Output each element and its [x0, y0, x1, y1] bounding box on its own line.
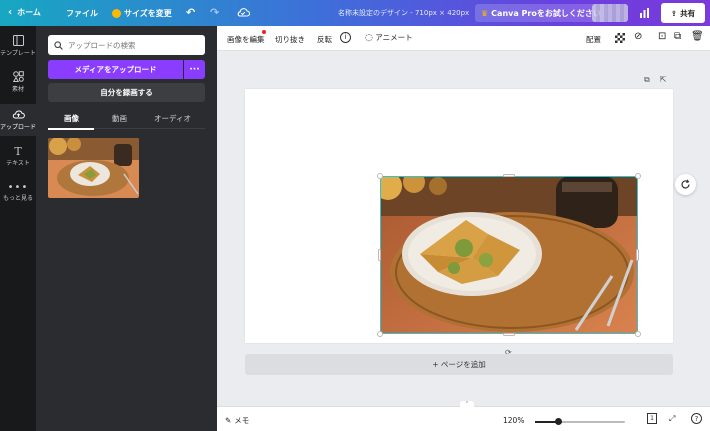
try-pro-button[interactable]: ♛ Canva Proをお試しください	[475, 4, 607, 22]
search-input[interactable]	[68, 40, 198, 50]
resize-label: サイズを変更	[124, 9, 172, 18]
rail-item-text[interactable]: T テキスト	[0, 140, 36, 172]
crown-icon	[112, 9, 121, 18]
resize-handle-tr[interactable]	[635, 173, 641, 179]
rail-label: アップロード	[0, 124, 37, 131]
refresh-icon[interactable]	[675, 174, 696, 195]
record-yourself-button[interactable]: 自分を録画する	[48, 83, 205, 102]
selection-frame	[380, 176, 638, 334]
zoom-slider-knob[interactable]	[555, 418, 562, 425]
crown-icon: ♛	[481, 8, 489, 18]
add-page-button[interactable]: + ページを追加	[245, 354, 673, 375]
rail-label: 素材	[11, 86, 24, 93]
upload-cloud-icon	[12, 110, 25, 119]
expand-pages-icon[interactable]: ⌃	[460, 401, 474, 407]
undo-icon[interactable]: ↶	[186, 6, 195, 19]
rail-item-uploads[interactable]: アップロード	[0, 104, 36, 136]
text-icon: T	[14, 145, 22, 158]
upload-more-button[interactable]: ···	[184, 60, 205, 79]
resize-handle-right[interactable]	[636, 249, 639, 261]
context-toolbar: 画像を編集 切り抜き 反転 i ◌ アニメート 配置 ⊘ ⊡ ⧉ 🗑	[217, 26, 710, 51]
resize-handle-tl[interactable]	[377, 173, 383, 179]
duplicate-page-icon[interactable]: ⧉	[644, 75, 650, 85]
zoom-level[interactable]: 120%	[503, 416, 524, 425]
rail-label: テンプレート	[0, 50, 36, 57]
template-icon	[12, 35, 24, 46]
resize-handle-br[interactable]	[635, 331, 641, 337]
notes-icon: ✎	[225, 416, 232, 425]
search-box[interactable]	[48, 35, 205, 55]
media-tabs: 画像 動画 オーディオ	[48, 109, 205, 129]
share-button[interactable]: ⇪ 共有	[661, 3, 705, 23]
home-label: ホーム	[17, 8, 41, 17]
arrange-button[interactable]: 配置	[586, 34, 601, 45]
resize-handle-bl[interactable]	[377, 331, 383, 337]
transparency-icon[interactable]	[615, 33, 625, 43]
rail-label: もっと見る	[2, 195, 33, 202]
lock-icon[interactable]: ⊡	[658, 31, 666, 42]
resize-handle-top[interactable]	[503, 174, 515, 177]
share-label: 共有	[680, 8, 696, 18]
page-actions: ⧉ ⇱	[644, 75, 666, 85]
notes-label: メモ	[234, 416, 250, 425]
rail-item-elements[interactable]: 素材	[0, 66, 36, 98]
info-icon[interactable]: i	[340, 32, 351, 43]
fullscreen-icon[interactable]: ⤢	[669, 414, 675, 424]
page-count-badge[interactable]: 1	[647, 413, 657, 424]
more-dots-icon: •••	[7, 182, 29, 193]
rail-label: テキスト	[6, 160, 30, 167]
tab-videos[interactable]: 動画	[112, 113, 127, 124]
rail-item-more[interactable]: ••• もっと見る	[0, 176, 36, 208]
notes-button[interactable]: ✎ メモ	[225, 415, 249, 426]
elements-icon	[12, 71, 24, 82]
top-bar: ‹ ホーム ファイル サイズを変更 ↶ ↷ 名称未設定のデザイン - 710px…	[0, 0, 710, 26]
tab-images[interactable]: 画像	[64, 113, 79, 124]
footer-bar: ⌃ ✎ メモ 120% 1 ⤢ ?	[217, 401, 710, 431]
animate-icon: ◌	[365, 33, 373, 43]
resize-handle-left[interactable]	[378, 249, 381, 261]
avatar[interactable]	[592, 4, 628, 22]
add-page-icon[interactable]: ⇱	[660, 75, 667, 85]
search-icon	[54, 40, 63, 50]
animate-button[interactable]: ◌ アニメート	[365, 32, 413, 43]
upload-media-button[interactable]: メディアをアップロード	[48, 60, 183, 79]
uploaded-image-thumbnail[interactable]	[48, 138, 139, 198]
zoom-slider[interactable]	[535, 418, 625, 425]
try-pro-label: Canva Proをお試しください	[491, 8, 601, 18]
resize-button[interactable]: サイズを変更	[112, 8, 172, 19]
redo-icon[interactable]: ↷	[210, 6, 219, 19]
rail-item-templates[interactable]: テンプレート	[0, 30, 36, 62]
trash-icon[interactable]: 🗑	[691, 31, 704, 42]
active-tab-indicator	[48, 128, 94, 130]
document-title[interactable]: 名称未設定のデザイン - 710px × 420px	[338, 8, 469, 18]
animate-label: アニメート	[375, 33, 413, 42]
side-rail: テンプレート 素材 アップロード T テキスト ••• もっと見る	[0, 26, 36, 431]
crop-button[interactable]: 切り抜き	[275, 34, 305, 45]
help-button[interactable]: ?	[691, 413, 702, 424]
file-menu[interactable]: ファイル	[66, 8, 98, 19]
duplicate-icon[interactable]: ⧉	[674, 31, 681, 42]
tab-audio[interactable]: オーディオ	[154, 113, 191, 124]
resize-handle-bottom[interactable]	[503, 333, 515, 336]
flip-button[interactable]: 反転	[317, 34, 332, 45]
notification-dot	[262, 30, 266, 34]
insights-icon[interactable]	[634, 4, 654, 22]
home-button[interactable]: ‹ ホーム	[8, 7, 41, 18]
canvas-area: ⧉ ⇱ ⟳ + ページを追加	[217, 51, 710, 400]
uploads-panel: メディアをアップロード ··· 自分を録画する 画像 動画 オーディオ	[36, 26, 217, 431]
share-icon: ⇪	[670, 8, 678, 18]
chevron-left-icon: ‹	[8, 7, 13, 18]
cloud-save-icon[interactable]	[236, 6, 250, 18]
link-icon[interactable]: ⊘	[634, 31, 642, 42]
edit-image-button[interactable]: 画像を編集	[227, 34, 265, 45]
